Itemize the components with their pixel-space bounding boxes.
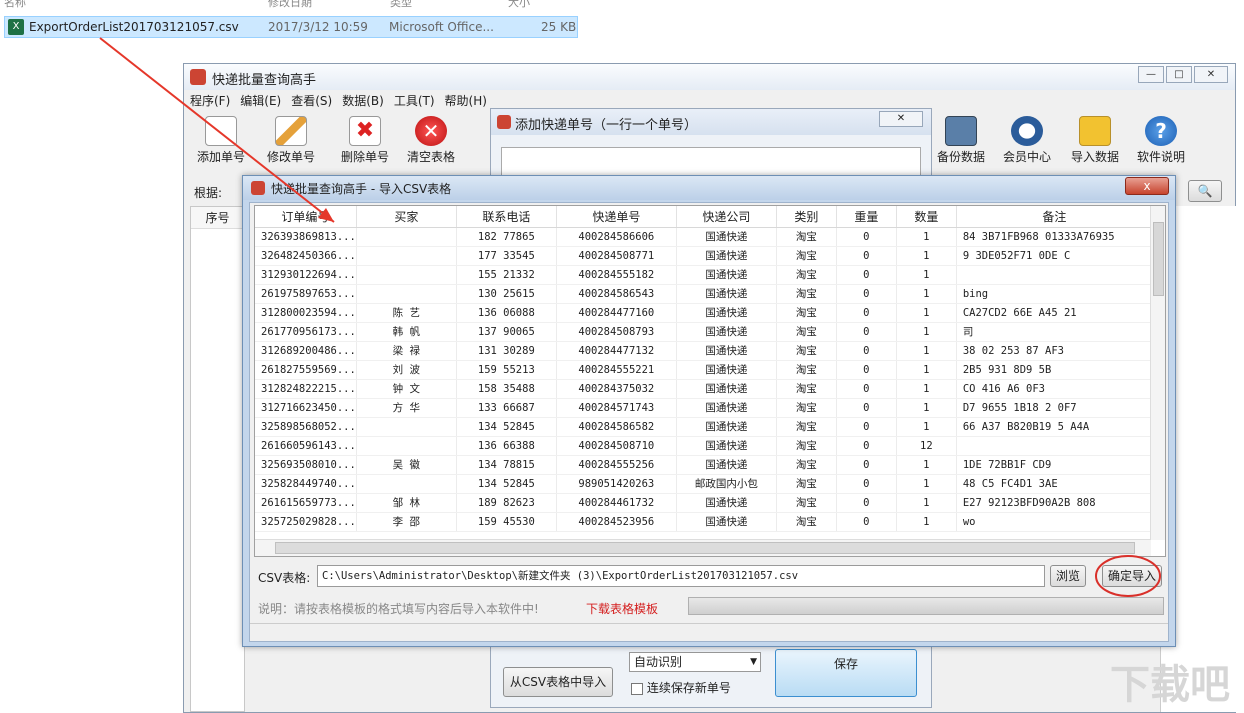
annotation-arrow-line	[99, 37, 335, 223]
highlight-circle	[1095, 555, 1161, 597]
watermark-logo: 下载吧	[1110, 652, 1240, 708]
watermark-text: 下载吧	[1110, 662, 1230, 708]
annotation-overlay	[99, 37, 1161, 597]
